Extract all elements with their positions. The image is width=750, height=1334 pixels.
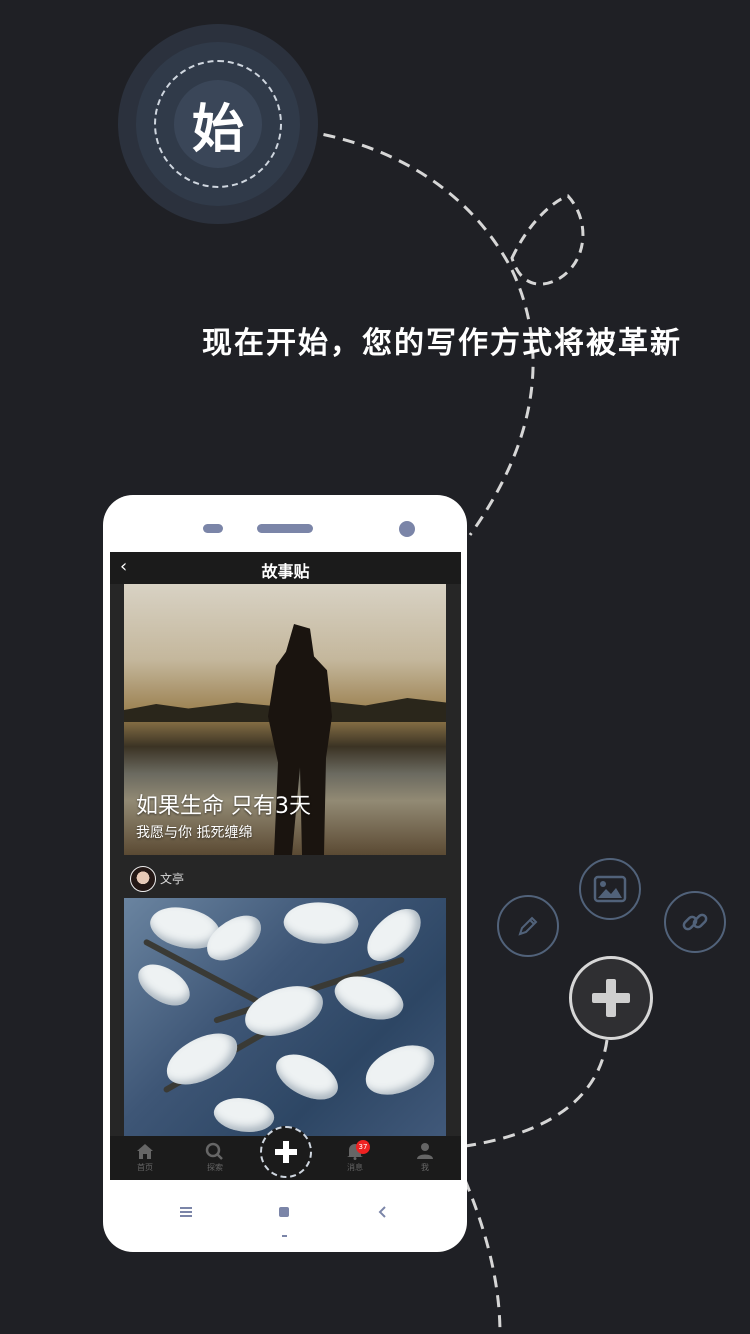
couple-image xyxy=(268,624,332,855)
magnolia-image[interactable] xyxy=(124,898,446,1138)
story-subtitle: 我愿与你 抵死缠绵 xyxy=(136,825,253,841)
start-badge: 始 xyxy=(118,24,318,224)
phone-sensor xyxy=(203,524,223,533)
app-header: ‹ 故事贴 xyxy=(110,552,461,584)
phone-nav-bar xyxy=(103,1203,467,1237)
image-button[interactable] xyxy=(579,858,641,920)
home-icon xyxy=(137,1144,153,1159)
plus-icon xyxy=(275,1141,297,1163)
tab-create[interactable] xyxy=(260,1126,312,1178)
story-title: 如果生命 只有3天 xyxy=(136,794,311,819)
search-icon xyxy=(205,1142,223,1160)
phone-speaker xyxy=(257,524,313,533)
square-icon[interactable] xyxy=(278,1206,290,1218)
user-icon xyxy=(417,1143,433,1159)
tab-explore[interactable]: 探索 xyxy=(190,1142,240,1173)
back-icon[interactable] xyxy=(377,1205,389,1219)
badge-character: 始 xyxy=(191,98,244,160)
pencil-button[interactable] xyxy=(497,895,559,957)
tab-messages[interactable]: 消息 xyxy=(330,1142,380,1173)
tab-me[interactable]: 我 xyxy=(400,1142,450,1173)
link-icon xyxy=(682,913,708,931)
phone-camera xyxy=(399,521,415,537)
add-button[interactable] xyxy=(569,956,653,1040)
notification-badge: 37 xyxy=(356,1140,370,1154)
tab-bar: 首页 探索 消息 37 我 xyxy=(110,1126,461,1180)
page-title: 故事贴 xyxy=(261,562,310,581)
avatar[interactable] xyxy=(130,866,156,892)
menu-icon[interactable] xyxy=(179,1205,193,1219)
app-screen: ‹ 故事贴 如果生命 只有3天 我愿与你 抵死缠绵 文亭 首页 探索 消息 37… xyxy=(110,552,461,1180)
phone-mockup: ‹ 故事贴 如果生命 只有3天 我愿与你 抵死缠绵 文亭 首页 探索 消息 37… xyxy=(103,495,467,1252)
pencil-icon xyxy=(518,916,538,936)
image-icon xyxy=(593,875,627,903)
link-button[interactable] xyxy=(664,891,726,953)
tagline: 现在开始，您的写作方式将被革新 xyxy=(202,326,682,361)
plus-icon xyxy=(592,979,630,1017)
tab-home[interactable]: 首页 xyxy=(120,1142,170,1173)
author-name[interactable]: 文亭 xyxy=(160,870,184,887)
story-card[interactable]: 如果生命 只有3天 我愿与你 抵死缠绵 xyxy=(124,584,446,855)
